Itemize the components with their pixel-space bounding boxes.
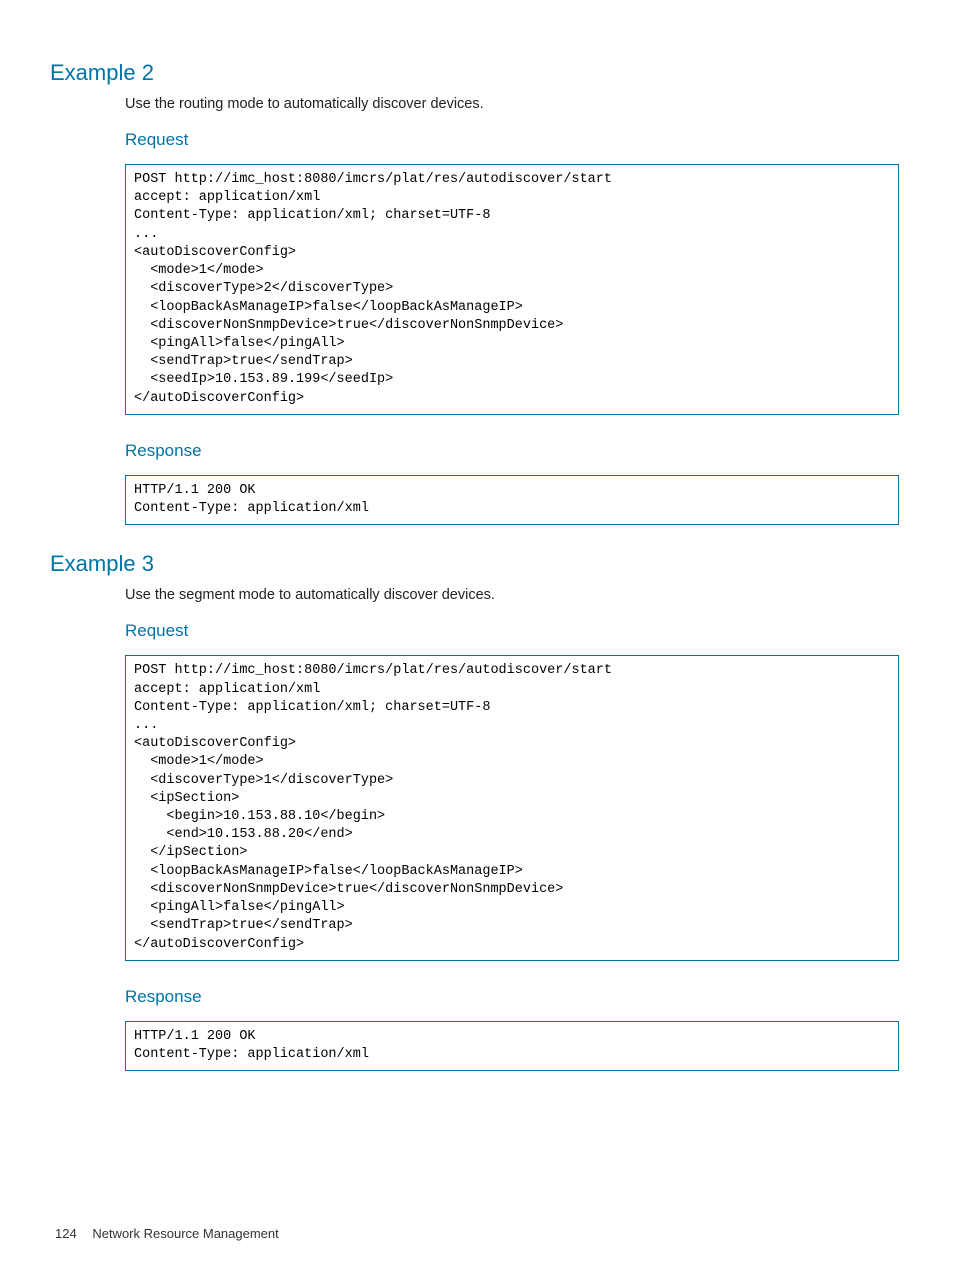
page-number: 124 <box>55 1226 77 1241</box>
example-2-request-code: POST http://imc_host:8080/imcrs/plat/res… <box>125 164 899 415</box>
page-footer: 124 Network Resource Management <box>55 1226 279 1241</box>
example-3-response-label: Response <box>125 987 899 1007</box>
example-2-response-code: HTTP/1.1 200 OK Content-Type: applicatio… <box>125 475 899 525</box>
example-3-request-label: Request <box>125 621 899 641</box>
example-2-request-label: Request <box>125 130 899 150</box>
example-3-heading: Example 3 <box>50 551 899 577</box>
example-3-description: Use the segment mode to automatically di… <box>125 587 899 603</box>
example-2-response-label: Response <box>125 441 899 461</box>
example-2-heading: Example 2 <box>50 60 899 86</box>
example-3-request-code: POST http://imc_host:8080/imcrs/plat/res… <box>125 655 899 961</box>
example-2-description: Use the routing mode to automatically di… <box>125 96 899 112</box>
footer-section-title: Network Resource Management <box>92 1226 278 1241</box>
example-3-response-code: HTTP/1.1 200 OK Content-Type: applicatio… <box>125 1021 899 1071</box>
